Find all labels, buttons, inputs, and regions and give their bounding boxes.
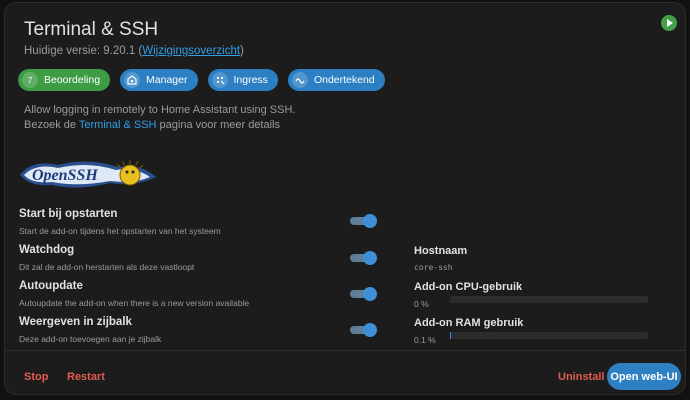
- running-status-icon: [661, 15, 677, 31]
- toggle-show-in-sidebar[interactable]: [350, 323, 378, 337]
- toggle-watchdog[interactable]: [350, 251, 378, 265]
- toggle-autoupdate[interactable]: [350, 287, 378, 301]
- version-line: Huidige versie: 9.20.1 (Wijzigingsoverzi…: [24, 45, 244, 57]
- uninstall-button[interactable]: Uninstall: [558, 371, 604, 383]
- option-start-on-boot: Start bij opstarten Start de add-on tijd…: [19, 208, 379, 236]
- option-description: Autoupdate the add-on when there is a ne…: [19, 298, 250, 308]
- option-description: Start de add-on tijdens het opstarten va…: [19, 226, 221, 236]
- chip-ingress[interactable]: Ingress: [207, 69, 278, 91]
- chip-label: Manager: [146, 74, 188, 86]
- description-text: Bezoek de: [24, 119, 79, 131]
- option-show-in-sidebar: Weergeven in zijbalk Deze add-on toevoeg…: [19, 316, 379, 344]
- cpu-usage-bar: [450, 296, 648, 303]
- option-label: Autoupdate: [19, 280, 83, 292]
- page-title: Terminal & SSH: [24, 19, 159, 40]
- logo-text: OpenSSH: [32, 167, 98, 184]
- option-autoupdate: Autoupdate Autoupdate the add-on when th…: [19, 280, 379, 308]
- option-label: Weergeven in zijbalk: [19, 316, 132, 328]
- actions-divider: [5, 350, 685, 351]
- ingress-icon: [211, 72, 228, 88]
- ram-usage-bar: [450, 332, 648, 339]
- chip-label: Beoordeling: [44, 74, 101, 86]
- cpu-usage-label: Add-on CPU-gebruik: [414, 281, 523, 293]
- option-watchdog: Watchdog Dit zal de add-on herstarten al…: [19, 244, 379, 272]
- manager-icon: [124, 72, 141, 88]
- chip-signed[interactable]: Ondertekend: [287, 69, 385, 91]
- ram-usage-label: Add-on RAM gebruik: [414, 317, 524, 329]
- rating-icon: 7: [22, 72, 38, 88]
- description-line-1: Allow logging in remotely to Home Assist…: [24, 104, 296, 116]
- changelog-link[interactable]: Wijzigingsoverzicht: [142, 45, 240, 57]
- hostname-value: core-ssh: [414, 263, 453, 272]
- chip-manager[interactable]: Manager: [120, 69, 198, 91]
- chip-label: Ondertekend: [313, 74, 375, 86]
- chip-rating[interactable]: 7 Beoordeling: [18, 69, 111, 91]
- ram-usage-fill: [450, 332, 451, 339]
- ram-usage-info: Add-on RAM gebruik 0.1 %: [414, 317, 654, 345]
- hostname-info: Hostnaam core-ssh: [414, 245, 654, 272]
- restart-button[interactable]: Restart: [67, 371, 105, 383]
- chip-label: Ingress: [233, 74, 268, 86]
- openssh-logo: OpenSSH: [20, 160, 156, 188]
- option-label: Start bij opstarten: [19, 208, 118, 220]
- description-line-2: Bezoek de Terminal & SSH pagina voor mee…: [24, 118, 295, 133]
- version-suffix: ): [240, 45, 244, 57]
- toggle-start-on-boot[interactable]: [350, 214, 378, 228]
- cpu-usage-info: Add-on CPU-gebruik 0 %: [414, 281, 654, 309]
- version-text: Huidige versie: 9.20.1 (: [24, 45, 143, 57]
- description-text: pagina voor meer details: [156, 119, 280, 131]
- hostname-label: Hostnaam: [414, 245, 468, 257]
- badge-row: 7 Beoordeling Manager Ingress Onderteken…: [18, 69, 385, 91]
- open-web-ui-button[interactable]: Open web-UI: [607, 363, 681, 390]
- option-label: Watchdog: [19, 244, 75, 256]
- addon-description: Allow logging in remotely to Home Assist…: [24, 103, 295, 133]
- option-description: Dit zal de add-on herstarten als deze va…: [19, 262, 195, 272]
- signed-icon: [291, 72, 308, 88]
- docs-link[interactable]: Terminal & SSH: [79, 119, 157, 131]
- stop-button[interactable]: Stop: [24, 371, 48, 383]
- addon-card: Terminal & SSH Huidige versie: 9.20.1 (W…: [4, 2, 686, 395]
- option-description: Deze add-on toevoegen aan je zijbalk: [19, 334, 162, 344]
